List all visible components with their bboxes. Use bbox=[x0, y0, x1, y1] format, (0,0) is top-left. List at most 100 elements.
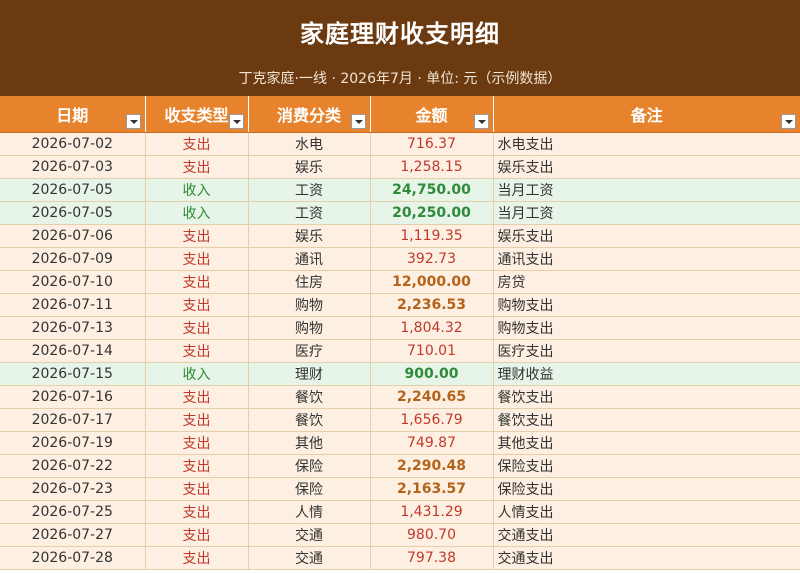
amount-cell[interactable]: 900.00 bbox=[370, 362, 494, 386]
date-cell[interactable]: 2026-07-14 bbox=[0, 339, 146, 363]
category-cell[interactable]: 交通 bbox=[248, 546, 371, 570]
note-cell[interactable]: 其他支出 bbox=[493, 431, 800, 455]
date-cell[interactable]: 2026-07-16 bbox=[0, 385, 146, 409]
date-cell[interactable]: 2026-07-11 bbox=[0, 293, 146, 317]
type-cell[interactable]: 支出 bbox=[145, 408, 249, 432]
type-cell[interactable]: 支出 bbox=[145, 500, 249, 524]
note-cell[interactable]: 通讯支出 bbox=[493, 247, 800, 271]
date-cell[interactable]: 2026-07-09 bbox=[0, 247, 146, 271]
date-cell[interactable]: 2026-07-13 bbox=[0, 316, 146, 340]
category-cell[interactable]: 购物 bbox=[248, 316, 371, 340]
type-cell[interactable]: 支出 bbox=[145, 431, 249, 455]
amount-cell[interactable]: 716.37 bbox=[370, 132, 494, 156]
date-cell[interactable]: 2026-07-06 bbox=[0, 224, 146, 248]
category-cell[interactable]: 通讯 bbox=[248, 247, 371, 271]
amount-cell[interactable]: 2,163.57 bbox=[370, 477, 494, 501]
table-row[interactable]: 2026-07-23 支出 保险 2,163.57 保险支出 bbox=[0, 477, 800, 501]
amount-cell[interactable]: 1,258.15 bbox=[370, 155, 494, 179]
note-cell[interactable]: 房贷 bbox=[493, 270, 800, 294]
category-cell[interactable]: 餐饮 bbox=[248, 408, 371, 432]
type-cell[interactable]: 支出 bbox=[145, 385, 249, 409]
table-row[interactable]: 2026-07-05 收入 工资 20,250.00 当月工资 bbox=[0, 201, 800, 225]
category-cell[interactable]: 购物 bbox=[248, 293, 371, 317]
table-row[interactable]: 2026-07-27 支出 交通 980.70 交通支出 bbox=[0, 523, 800, 547]
amount-cell[interactable]: 12,000.00 bbox=[370, 270, 494, 294]
amount-cell[interactable]: 2,290.48 bbox=[370, 454, 494, 478]
table-row[interactable]: 2026-07-11 支出 购物 2,236.53 购物支出 bbox=[0, 293, 800, 317]
date-cell[interactable]: 2026-07-23 bbox=[0, 477, 146, 501]
note-cell[interactable]: 保险支出 bbox=[493, 477, 800, 501]
table-row[interactable]: 2026-07-28 支出 交通 797.38 交通支出 bbox=[0, 546, 800, 570]
type-cell[interactable]: 收入 bbox=[145, 362, 249, 386]
note-cell[interactable]: 交通支出 bbox=[493, 523, 800, 547]
note-cell[interactable]: 交通支出 bbox=[493, 546, 800, 570]
type-cell[interactable]: 支出 bbox=[145, 247, 249, 271]
note-cell[interactable]: 理财收益 bbox=[493, 362, 800, 386]
category-cell[interactable]: 工资 bbox=[248, 201, 371, 225]
type-cell[interactable]: 支出 bbox=[145, 316, 249, 340]
type-cell[interactable]: 支出 bbox=[145, 546, 249, 570]
type-cell[interactable]: 收入 bbox=[145, 201, 249, 225]
table-row[interactable]: 2026-07-16 支出 餐饮 2,240.65 餐饮支出 bbox=[0, 385, 800, 409]
type-cell[interactable]: 支出 bbox=[145, 454, 249, 478]
filter-dropdown-icon[interactable] bbox=[781, 114, 796, 129]
filter-dropdown-icon[interactable] bbox=[473, 114, 489, 129]
category-cell[interactable]: 餐饮 bbox=[248, 385, 371, 409]
category-cell[interactable]: 保险 bbox=[248, 454, 371, 478]
category-cell[interactable]: 娱乐 bbox=[248, 155, 371, 179]
filter-dropdown-icon[interactable] bbox=[125, 114, 141, 129]
amount-cell[interactable]: 1,431.29 bbox=[370, 500, 494, 524]
date-cell[interactable]: 2026-07-25 bbox=[0, 500, 146, 524]
amount-cell[interactable]: 1,804.32 bbox=[370, 316, 494, 340]
amount-cell[interactable]: 20,250.00 bbox=[370, 201, 494, 225]
date-cell[interactable]: 2026-07-15 bbox=[0, 362, 146, 386]
note-cell[interactable]: 娱乐支出 bbox=[493, 224, 800, 248]
table-row[interactable]: 2026-07-19 支出 其他 749.87 其他支出 bbox=[0, 431, 800, 455]
type-cell[interactable]: 支出 bbox=[145, 339, 249, 363]
amount-cell[interactable]: 2,240.65 bbox=[370, 385, 494, 409]
table-row[interactable]: 2026-07-10 支出 住房 12,000.00 房贷 bbox=[0, 270, 800, 294]
amount-cell[interactable]: 2,236.53 bbox=[370, 293, 494, 317]
amount-cell[interactable]: 710.01 bbox=[370, 339, 494, 363]
type-cell[interactable]: 支出 bbox=[145, 224, 249, 248]
date-cell[interactable]: 2026-07-19 bbox=[0, 431, 146, 455]
type-cell[interactable]: 支出 bbox=[145, 270, 249, 294]
note-cell[interactable]: 餐饮支出 bbox=[493, 385, 800, 409]
category-cell[interactable]: 交通 bbox=[248, 523, 371, 547]
note-cell[interactable]: 购物支出 bbox=[493, 293, 800, 317]
table-row[interactable]: 2026-07-22 支出 保险 2,290.48 保险支出 bbox=[0, 454, 800, 478]
date-cell[interactable]: 2026-07-10 bbox=[0, 270, 146, 294]
type-cell[interactable]: 支出 bbox=[145, 523, 249, 547]
note-cell[interactable]: 当月工资 bbox=[493, 201, 800, 225]
date-cell[interactable]: 2026-07-05 bbox=[0, 178, 146, 202]
date-cell[interactable]: 2026-07-03 bbox=[0, 155, 146, 179]
note-cell[interactable]: 人情支出 bbox=[493, 500, 800, 524]
category-cell[interactable]: 娱乐 bbox=[248, 224, 371, 248]
category-cell[interactable]: 工资 bbox=[248, 178, 371, 202]
table-row[interactable]: 2026-07-02 支出 水电 716.37 水电支出 bbox=[0, 132, 800, 156]
filter-dropdown-icon[interactable] bbox=[350, 114, 366, 129]
amount-cell[interactable]: 392.73 bbox=[370, 247, 494, 271]
date-cell[interactable]: 2026-07-27 bbox=[0, 523, 146, 547]
amount-cell[interactable]: 980.70 bbox=[370, 523, 494, 547]
note-cell[interactable]: 当月工资 bbox=[493, 178, 800, 202]
note-cell[interactable]: 保险支出 bbox=[493, 454, 800, 478]
note-cell[interactable]: 医疗支出 bbox=[493, 339, 800, 363]
table-row[interactable]: 2026-07-17 支出 餐饮 1,656.79 餐饮支出 bbox=[0, 408, 800, 432]
category-cell[interactable]: 医疗 bbox=[248, 339, 371, 363]
amount-cell[interactable]: 1,119.35 bbox=[370, 224, 494, 248]
category-cell[interactable]: 理财 bbox=[248, 362, 371, 386]
table-row[interactable]: 2026-07-13 支出 购物 1,804.32 购物支出 bbox=[0, 316, 800, 340]
type-cell[interactable]: 支出 bbox=[145, 155, 249, 179]
category-cell[interactable]: 保险 bbox=[248, 477, 371, 501]
amount-cell[interactable]: 1,656.79 bbox=[370, 408, 494, 432]
amount-cell[interactable]: 797.38 bbox=[370, 546, 494, 570]
table-row[interactable]: 2026-07-06 支出 娱乐 1,119.35 娱乐支出 bbox=[0, 224, 800, 248]
category-cell[interactable]: 水电 bbox=[248, 132, 371, 156]
type-cell[interactable]: 支出 bbox=[145, 293, 249, 317]
table-row[interactable]: 2026-07-05 收入 工资 24,750.00 当月工资 bbox=[0, 178, 800, 202]
filter-dropdown-icon[interactable] bbox=[228, 114, 244, 129]
date-cell[interactable]: 2026-07-22 bbox=[0, 454, 146, 478]
table-row[interactable]: 2026-07-15 收入 理财 900.00 理财收益 bbox=[0, 362, 800, 386]
table-row[interactable]: 2026-07-25 支出 人情 1,431.29 人情支出 bbox=[0, 500, 800, 524]
